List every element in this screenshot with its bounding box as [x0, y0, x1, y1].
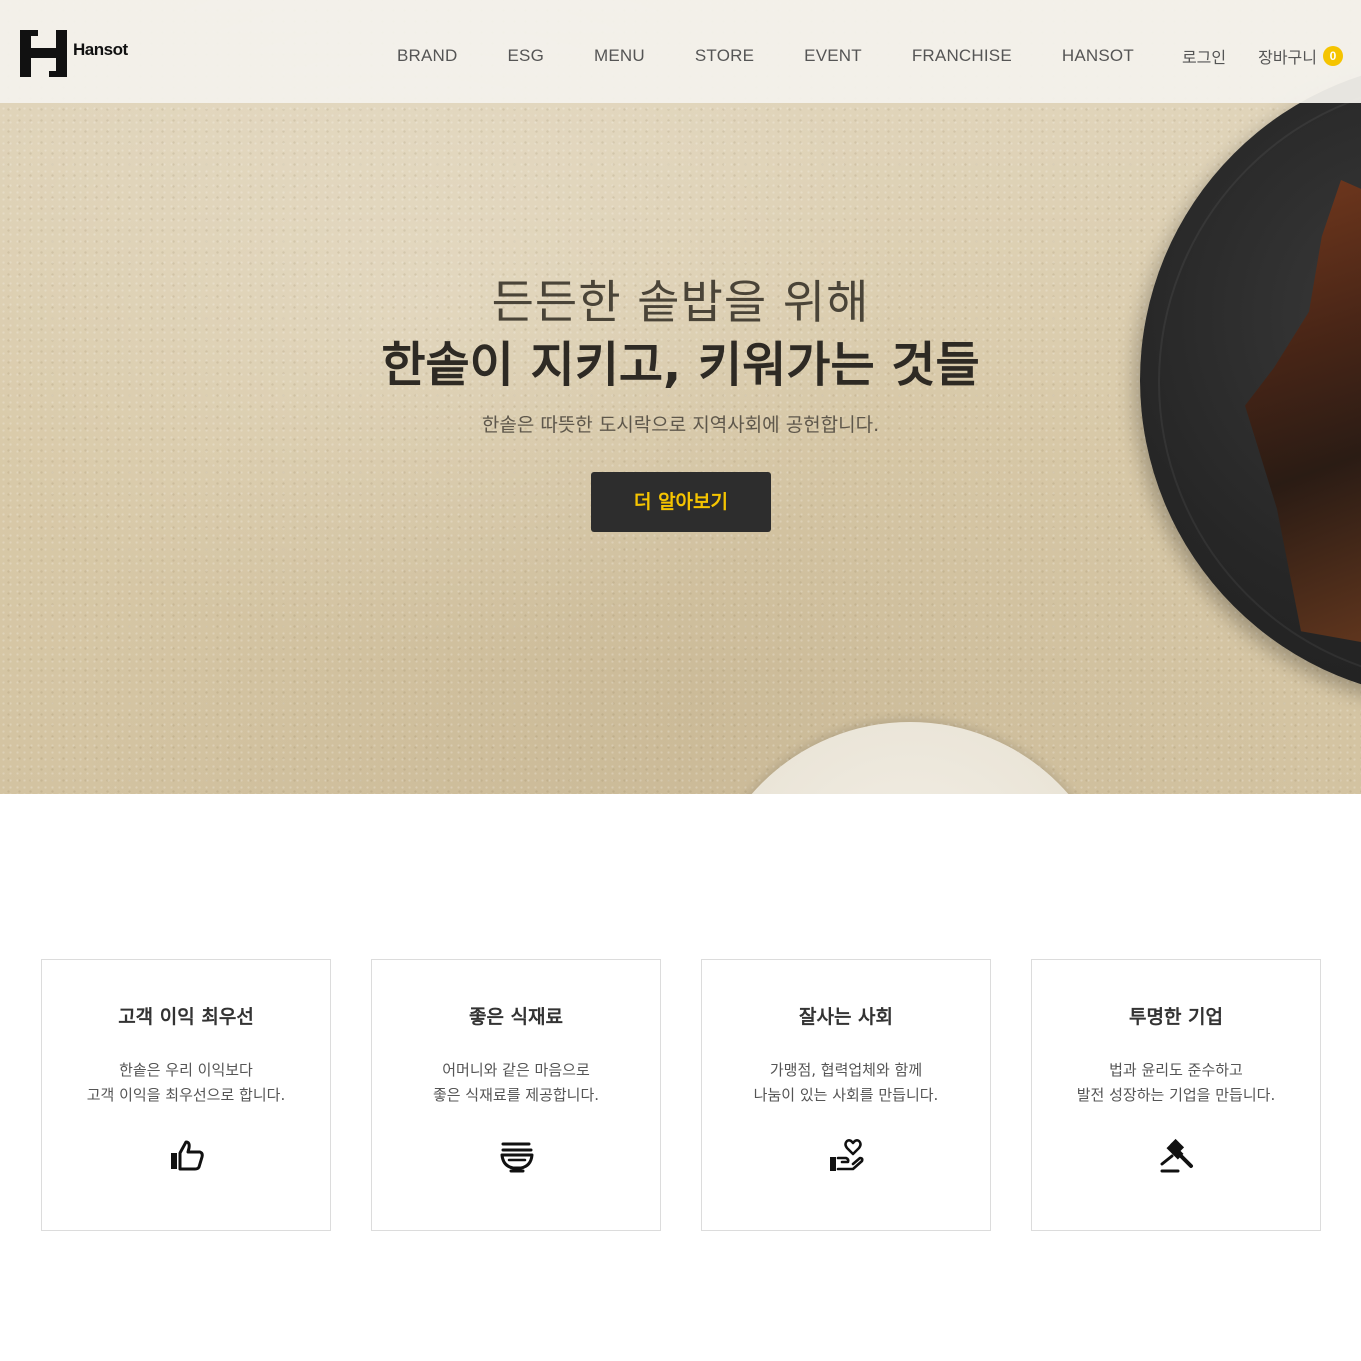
value-card-desc-line: 나눔이 있는 사회를 만듭니다. — [753, 1086, 939, 1104]
value-card-desc-line: 발전 성장하는 기업을 만듭니다. — [1076, 1086, 1276, 1104]
value-card-society: 잘사는 사회 가맹점, 협력업체와 함께 나눔이 있는 사회를 만듭니다. — [701, 959, 991, 1231]
value-card-description: 한솥은 우리 이익보다 고객 이익을 최우선으로 합니다. — [42, 1058, 330, 1108]
hero-headline-bold: 한솥이 지키고, 키워가는 것들 — [381, 337, 980, 393]
login-link[interactable]: 로그인 — [1182, 44, 1226, 68]
value-card-ingredients: 좋은 식재료 어머니와 같은 마음으로 좋은 식재료를 제공합니다. — [371, 959, 661, 1231]
nav-item-esg[interactable]: ESG — [483, 46, 570, 66]
cart-link[interactable]: 장바구니 0 — [1258, 44, 1343, 68]
value-card-desc-line: 법과 윤리도 준수하고 — [1109, 1061, 1243, 1079]
value-card-description: 법과 윤리도 준수하고 발전 성장하는 기업을 만듭니다. — [1032, 1058, 1320, 1108]
heart-hand-icon — [830, 1139, 864, 1171]
utility-menu: 로그인 장바구니 0 — [1150, 0, 1343, 103]
value-card-desc-line: 어머니와 같은 마음으로 — [442, 1061, 590, 1079]
value-card-transparency: 투명한 기업 법과 윤리도 준수하고 발전 성장하는 기업을 만듭니다. — [1031, 959, 1321, 1231]
logo-wordmark: Hansot — [73, 40, 128, 59]
value-card-desc-line: 고객 이익을 최우선으로 합니다. — [86, 1086, 286, 1104]
value-card-desc-line: 가맹점, 협력업체와 함께 — [769, 1061, 923, 1079]
main-nav: BRAND ESG MENU STORE EVENT FRANCHISE HAN… — [372, 0, 1159, 103]
value-card-title: 고객 이익 최우선 — [118, 1006, 254, 1028]
hero-banner: 든든한 솥밥을 위해 한솥이 지키고, 키워가는 것들 한솥은 따뜻한 도시락으… — [0, 0, 1361, 794]
value-card-desc-line: 한솥은 우리 이익보다 — [119, 1061, 253, 1079]
nav-item-event[interactable]: EVENT — [779, 46, 887, 66]
cart-count-badge: 0 — [1323, 45, 1343, 66]
nav-item-menu[interactable]: MENU — [569, 46, 670, 66]
value-card-title: 잘사는 사회 — [798, 1006, 893, 1028]
bowl-icon — [500, 1142, 534, 1173]
cart-label: 장바구니 — [1258, 47, 1317, 67]
value-card-description: 가맹점, 협력업체와 함께 나눔이 있는 사회를 만듭니다. — [702, 1058, 990, 1108]
site-header: Hansot BRAND ESG MENU STORE EVENT FRANCH… — [0, 0, 1361, 103]
value-card-customer: 고객 이익 최우선 한솥은 우리 이익보다 고객 이익을 최우선으로 합니다. — [41, 959, 331, 1231]
nav-item-hansot[interactable]: HANSOT — [1037, 46, 1159, 66]
learn-more-button[interactable]: 더 알아보기 — [591, 472, 771, 532]
gavel-icon — [1160, 1138, 1193, 1173]
value-card-title: 좋은 식재료 — [468, 1006, 563, 1028]
value-card-description: 어머니와 같은 마음으로 좋은 식재료를 제공합니다. — [372, 1058, 660, 1108]
nav-item-franchise[interactable]: FRANCHISE — [887, 46, 1037, 66]
value-card-title: 투명한 기업 — [1128, 1006, 1223, 1028]
hero-subtext: 한솥은 따뜻한 도시락으로 지역사회에 공헌합니다. — [481, 414, 880, 436]
nav-item-store[interactable]: STORE — [670, 46, 779, 66]
nav-item-brand[interactable]: BRAND — [372, 46, 483, 66]
value-card-desc-line: 좋은 식재료를 제공합니다. — [432, 1086, 600, 1104]
hansot-logo-mark-icon — [20, 30, 67, 77]
core-values-section: 고객 이익 최우선 한솥은 우리 이익보다 고객 이익을 최우선으로 합니다. … — [41, 959, 1321, 1231]
thumbs-up-icon — [171, 1140, 204, 1171]
hero-headline-light: 든든한 솥밥을 위해 — [491, 275, 870, 329]
hansot-logo[interactable]: Hansot — [20, 30, 140, 80]
